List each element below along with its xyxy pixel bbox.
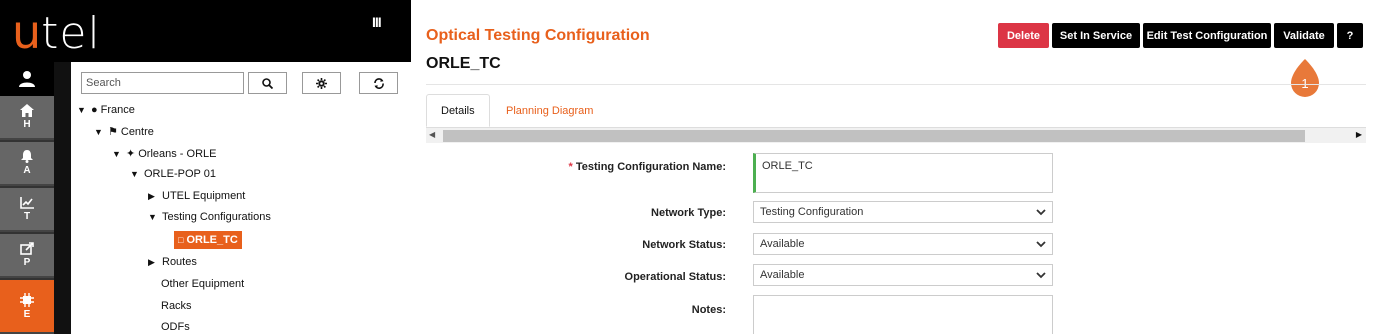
nav-item-home[interactable]: H [0,96,54,140]
tree-panel: ▼ ● France ▼ ⚑ Centre ▼ ✦ Orleans - ORLE… [71,62,411,334]
tree-node-racks[interactable]: Racks [161,300,192,312]
header-divider [426,84,1366,85]
scroll-right-icon[interactable]: ▶ [1356,130,1362,139]
nav-label-h: H [23,119,31,130]
tree-node-label: ORLE_TC [186,234,238,246]
tab-planning-diagram[interactable]: Planning Diagram [492,94,607,127]
tree-node-other-equipment[interactable]: Other Equipment [161,278,244,290]
edit-test-configuration-button[interactable]: Edit Test Configuration [1143,23,1271,48]
record-name: ORLE_TC [426,55,501,72]
network-status-select[interactable]: Available [753,233,1053,255]
share-icon [20,242,34,255]
caret-down-icon[interactable]: ▼ [112,149,126,159]
step-callout-marker: 1 [1291,59,1319,97]
tree-node-odfs[interactable]: ODFs [161,321,190,333]
tree-node-centre[interactable]: ▼ ⚑ Centre [94,125,154,139]
caret-down-icon[interactable]: ▼ [148,212,162,222]
search-icon [262,77,273,89]
chip-icon [20,292,34,307]
nav-item-equipment[interactable]: E [0,280,54,334]
scroll-thumb[interactable] [443,130,1305,142]
tree-node-label: UTEL Equipment [162,190,246,202]
tree-node-label: Testing Configurations [162,211,271,223]
tree-node-orleans[interactable]: ▼ ✦ Orleans - ORLE [112,147,217,161]
tree-search-button[interactable] [248,72,287,94]
gear-icon [316,77,327,89]
set-in-service-button[interactable]: Set In Service [1052,23,1140,48]
nav-label-p: P [23,257,31,268]
caret-right-icon[interactable]: ▶ [148,191,162,202]
tree-node-label: ORLE-POP 01 [144,168,216,180]
tree-node-label: ODFs [161,321,190,333]
caret-right-icon[interactable]: ▶ [148,257,162,268]
name-label-text: Testing Configuration Name: [575,161,726,173]
main-content: Optical Testing Configuration ORLE_TC De… [411,0,1373,334]
nav-item-alarms[interactable]: A [0,142,54,186]
tree-settings-button[interactable] [302,72,341,94]
required-mark: * [568,161,573,173]
network-type-value: Testing Configuration [760,206,864,218]
tree-node-orle-tc[interactable]: □ ORLE_TC [174,231,242,249]
refresh-icon [373,77,384,89]
page-title: Optical Testing Configuration [426,27,650,44]
square-icon: □ [178,235,184,245]
name-label: * Testing Configuration Name: [569,161,726,173]
flag-icon: ⚑ [108,126,118,138]
tree-node-routes[interactable]: ▶ Routes [148,256,197,268]
nav-item-planning[interactable]: P [0,234,54,278]
caret-down-icon[interactable]: ▼ [94,127,108,137]
caret-down-icon[interactable]: ▼ [77,105,91,115]
help-button[interactable]: ? [1337,23,1363,48]
scroll-left-icon[interactable]: ◀ [429,130,435,139]
chevron-down-icon [1036,241,1046,248]
tree-node-orle-pop[interactable]: ▼ ORLE-POP 01 [130,168,216,180]
chart-icon [20,196,34,209]
tree-node-label: Orleans - ORLE [138,147,217,160]
tree-node-label: Centre [120,125,154,138]
tab-details[interactable]: Details [426,94,490,127]
logo-u: u [12,5,42,59]
notes-label: Notes: [691,304,726,316]
tree-refresh-button[interactable] [359,72,398,94]
user-icon [19,71,35,87]
nav-stripe [54,62,71,334]
globe-icon: ● [91,104,98,116]
network-status-value: Available [760,238,805,250]
tree-search-input[interactable] [81,72,244,94]
nav-item-trends[interactable]: T [0,188,54,232]
logo-rest: tel [41,8,101,59]
nav-label-a: A [23,165,31,176]
tree-node-label: Racks [161,300,192,312]
network-status-label: Network Status: [642,239,726,251]
caret-down-icon[interactable]: ▼ [130,169,144,179]
bell-icon [21,150,33,163]
tree-node-label: France [100,104,135,116]
network-type-select[interactable]: Testing Configuration [753,201,1053,223]
home-icon [20,104,34,117]
user-button[interactable] [0,62,54,96]
nav-label-e: E [23,308,31,320]
validate-button[interactable]: Validate [1274,23,1334,48]
delete-button[interactable]: Delete [998,23,1049,48]
testing-configuration-name-input[interactable]: ORLE_TC [753,153,1053,193]
utel-logo[interactable]: u tel [12,5,101,59]
chevron-down-icon [1036,272,1046,279]
tree-node-france[interactable]: ▼ ● France [77,104,135,116]
operational-status-value: Available [760,269,805,281]
network-type-label: Network Type: [651,207,726,219]
menu-toggle-button[interactable]: III [372,14,382,30]
horizontal-scrollbar[interactable]: ◀ ▶ [426,127,1366,143]
chevron-down-icon [1036,209,1046,216]
nav-label-t: T [23,210,31,222]
notes-textarea[interactable] [753,295,1053,334]
tree-node-utel-equipment[interactable]: ▶ UTEL Equipment [148,190,245,202]
tree-node-testing-configurations[interactable]: ▼ Testing Configurations [148,211,271,223]
pin-icon: ✦ [126,148,136,160]
logo-bar: u tel III [0,0,411,62]
tree-node-label: Routes [162,256,197,268]
operational-status-label: Operational Status: [624,271,726,283]
tree-node-label: Other Equipment [161,278,245,290]
operational-status-select[interactable]: Available [753,264,1053,286]
